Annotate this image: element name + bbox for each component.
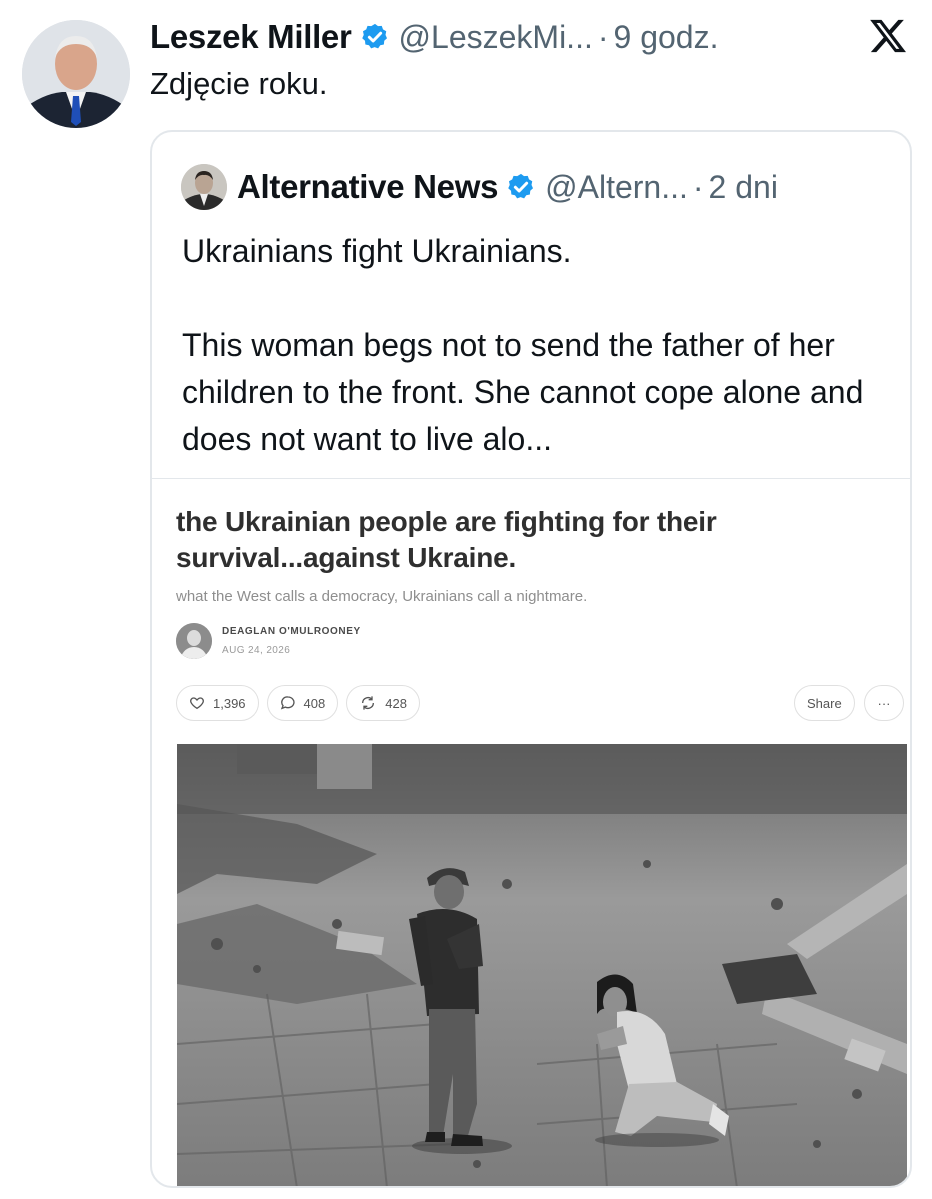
share-button[interactable]: Share [794,685,855,721]
tweet-time[interactable]: 9 godz. [614,19,719,56]
separator-dot: · [692,168,704,205]
quoted-author-handle[interactable]: @Altern... [545,169,688,206]
article-screenshot: the Ukrainian people are fighting for th… [176,504,904,721]
restack-count: 428 [385,695,407,711]
author-name[interactable]: Leszek Miller [150,18,352,56]
quoted-tweet-time[interactable]: 2 dni [709,169,778,206]
more-button[interactable]: ··· [864,685,904,721]
quoted-tweet-card[interactable]: Alternative News @Altern... · 2 dni Ukra… [150,130,912,1188]
article-photo[interactable] [177,744,907,1186]
article-author-avatar [176,623,212,659]
like-button[interactable]: 1,396 [176,685,259,721]
heart-icon [190,697,204,710]
verified-badge-icon [508,173,534,199]
article-actions: 1,396 408 428 Share ··· [176,685,906,721]
author-handle[interactable]: @LeszekMi... [399,19,593,56]
separator-dot: · [597,18,609,55]
article-author: DEAGLAN O'MULROONEY [222,626,361,637]
article-title: the Ukrainian people are fighting for th… [176,506,717,573]
article-byline: DEAGLAN O'MULROONEY AUG 24, 2026 [176,623,896,659]
article-subtitle: what the West calls a democracy, Ukraini… [176,588,588,605]
like-count: 1,396 [213,695,246,711]
quoted-author-avatar[interactable] [181,164,227,210]
comment-count: 408 [303,695,326,711]
comment-button[interactable]: 408 [266,685,339,721]
comment-icon [280,696,295,710]
verified-badge-icon [361,23,387,49]
tweet-header: Leszek Miller @LeszekMi... · 9 godz. [150,14,718,60]
tweet-text: Zdjęcie roku. [150,66,328,101]
x-logo-icon[interactable] [868,16,908,56]
article-date: AUG 24, 2026 [222,645,291,656]
quoted-tweet-text: Ukrainians fight Ukrainians. This woman … [182,233,864,457]
divider [152,478,910,479]
author-avatar[interactable] [22,20,130,128]
restack-button[interactable]: 428 [346,685,420,721]
restack-icon [362,696,375,710]
quoted-tweet-header: Alternative News @Altern... · 2 dni [181,162,778,212]
quoted-author-name[interactable]: Alternative News [237,168,498,206]
